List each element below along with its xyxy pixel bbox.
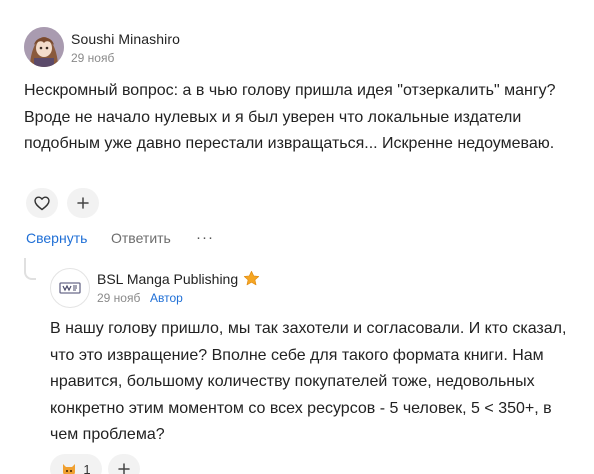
reply-avatar[interactable]: [50, 268, 90, 308]
heart-outline-icon: [34, 196, 50, 210]
comment-text: Нескромный вопрос: а в чью голову пришла…: [24, 82, 556, 152]
comment-author[interactable]: Soushi Minashiro: [71, 31, 180, 47]
user-avatar-image: [24, 27, 64, 67]
reply-text: В нашу голову пришло, мы так захотели и …: [50, 320, 567, 443]
reply-reaction-button[interactable]: 1: [50, 454, 102, 474]
plus-icon: [118, 463, 130, 474]
reaction-button[interactable]: [26, 188, 58, 218]
reply-reaction-count: 1: [83, 461, 91, 474]
bsl-logo-icon: [59, 282, 81, 294]
reply-author-row: BSL Manga Publishing: [97, 270, 260, 287]
thread-connector: [24, 258, 36, 280]
collapse-link[interactable]: Свернуть: [26, 230, 87, 246]
reply-add-reaction-button[interactable]: [108, 454, 140, 474]
more-options-button[interactable]: ···: [196, 229, 214, 246]
avatar[interactable]: [24, 27, 64, 67]
cat-emoji-icon: [63, 463, 76, 474]
comment-date[interactable]: 29 нояб: [71, 51, 114, 65]
add-reaction-button[interactable]: [67, 188, 99, 218]
reply-author[interactable]: BSL Manga Publishing: [97, 271, 238, 287]
author-badge: Автор: [150, 291, 183, 305]
reply-date[interactable]: 29 нояб: [97, 291, 140, 305]
plus-icon: [77, 197, 89, 209]
star-icon: [244, 270, 260, 286]
reply-link[interactable]: Ответить: [111, 230, 171, 246]
